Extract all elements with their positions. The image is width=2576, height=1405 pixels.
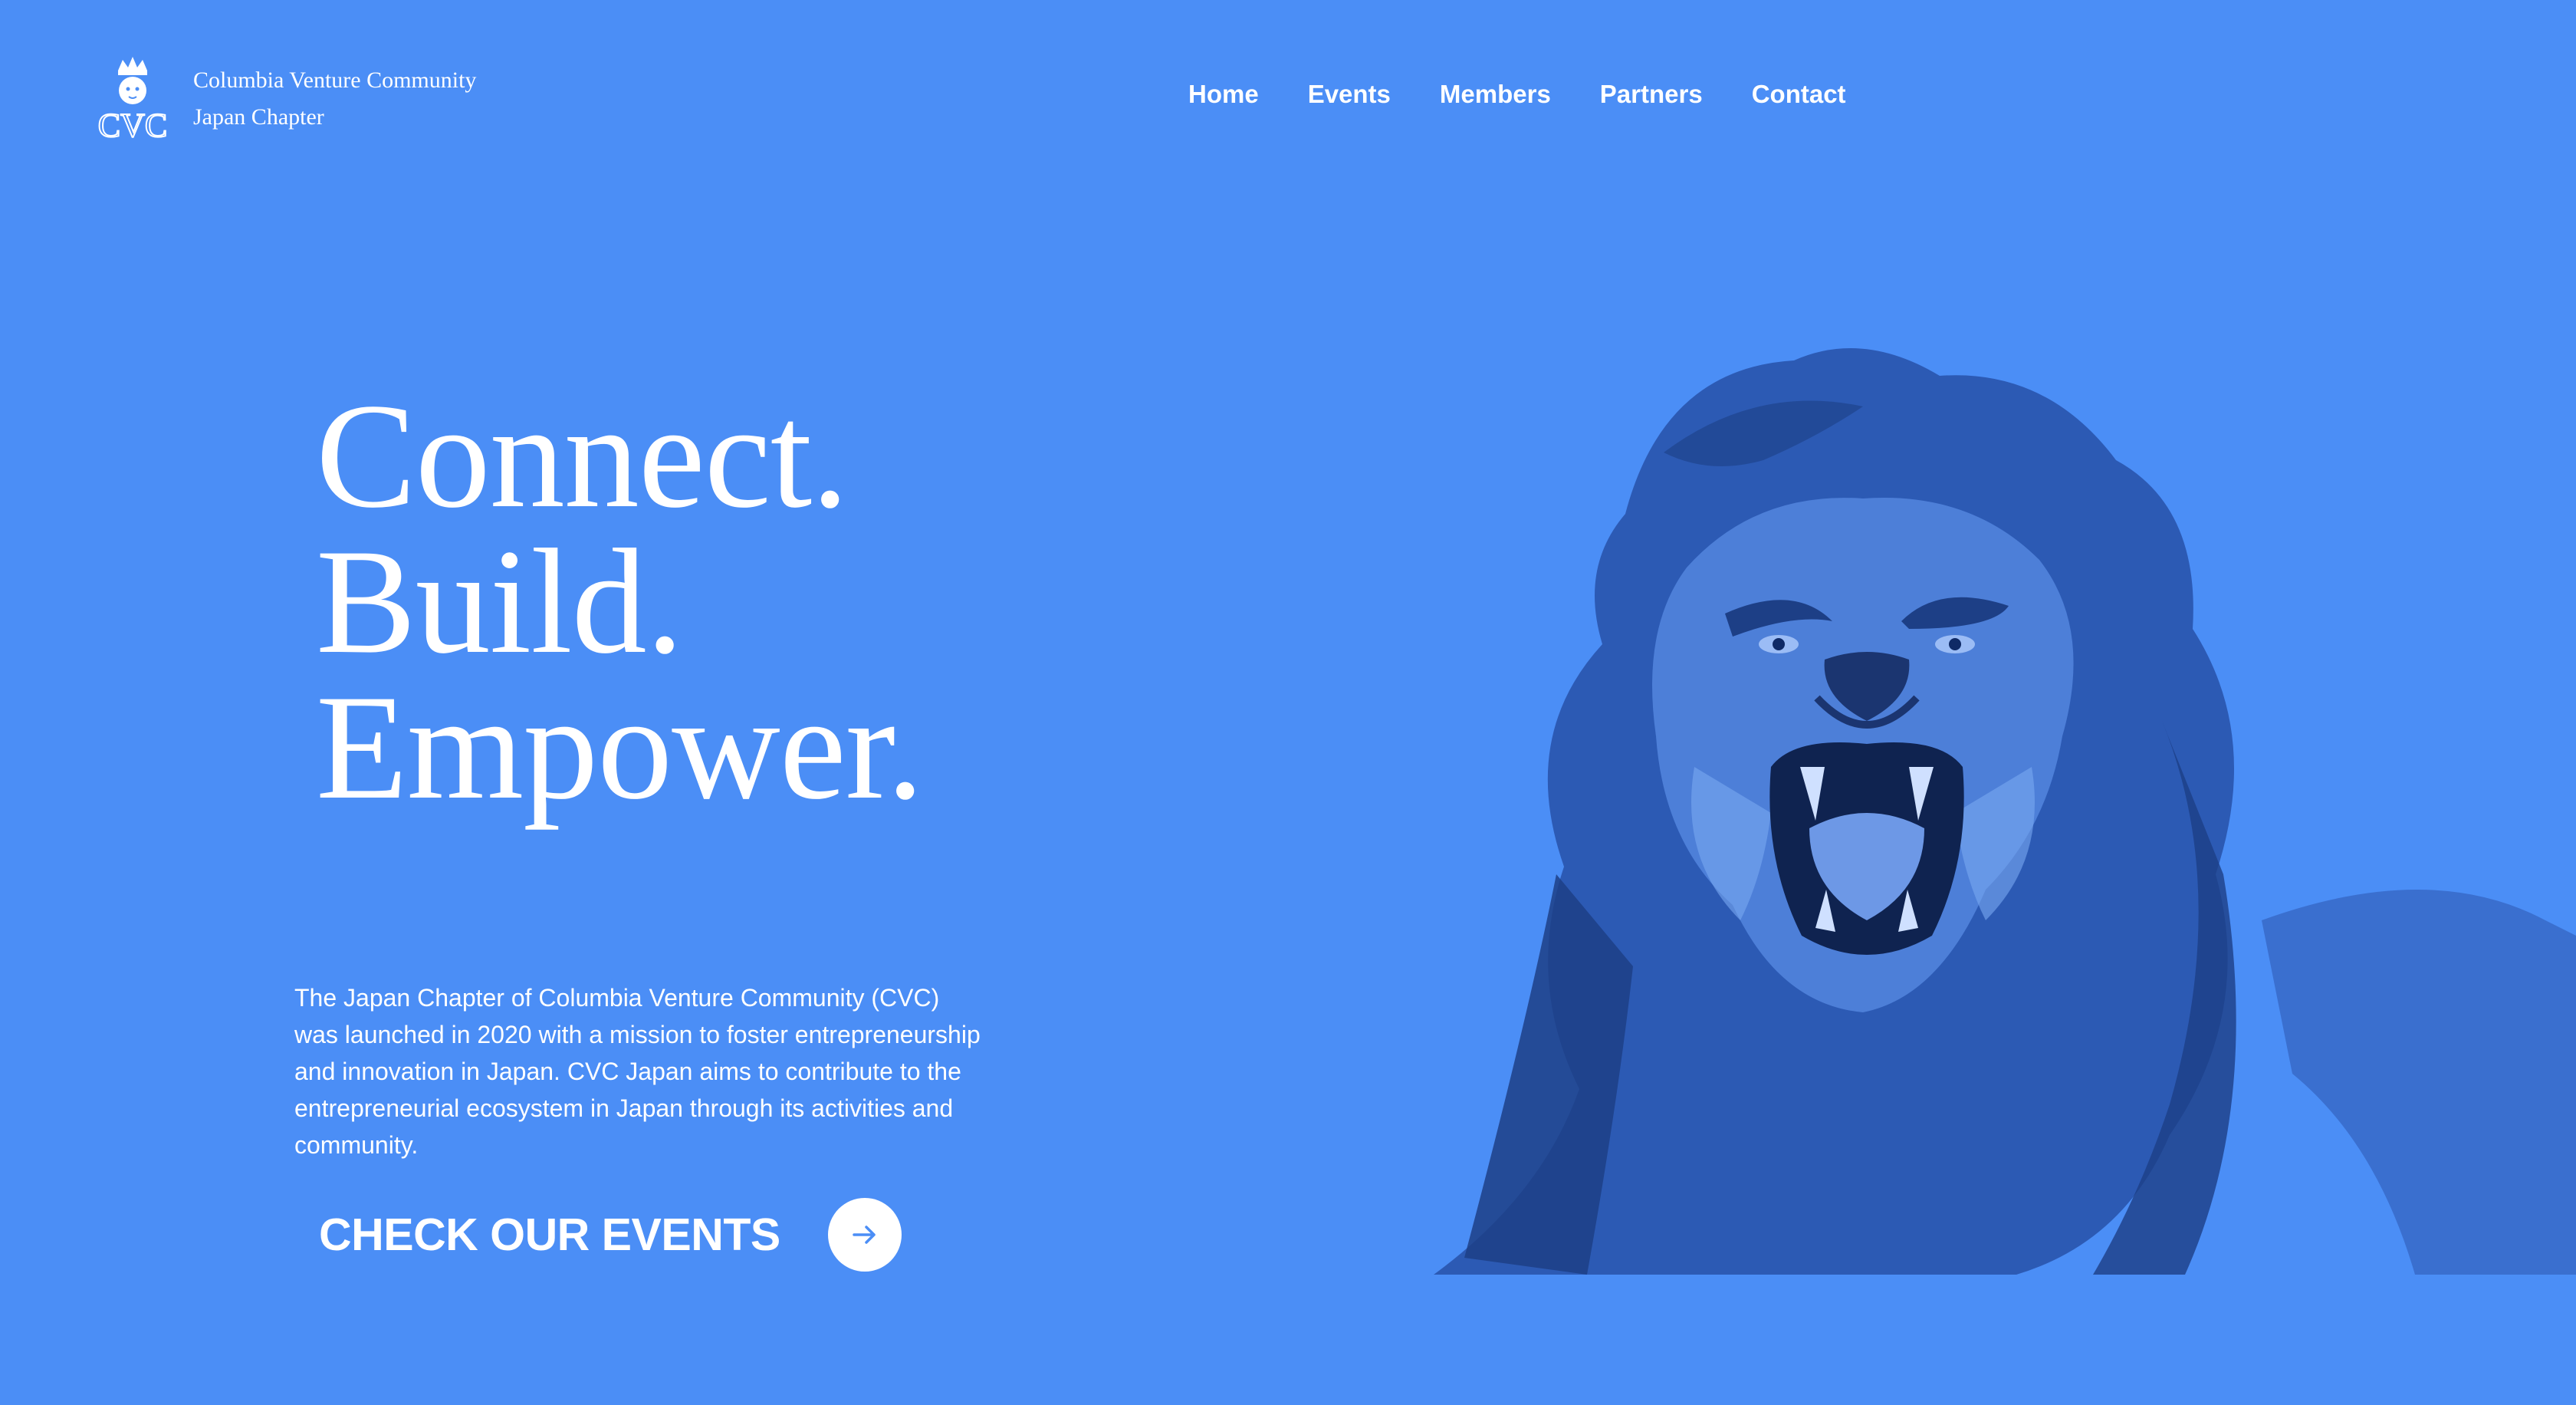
nav-members[interactable]: Members <box>1440 80 1551 109</box>
landing-page: CVC Columbia Venture Community Japan Cha… <box>0 0 2576 1405</box>
cta-circle[interactable] <box>827 1198 902 1272</box>
headline-line-empower: Empower. <box>316 664 924 831</box>
lion-image <box>1434 348 2576 1275</box>
brand-line-2: Japan Chapter <box>193 104 324 130</box>
svg-text:CVC: CVC <box>98 107 167 144</box>
cta-label: CHECK OUR EVENTS <box>319 1209 780 1260</box>
brand-name: Columbia Venture Community Japan Chapter <box>193 62 476 136</box>
brand-line-1: Columbia Venture Community <box>193 67 477 93</box>
check-events-button[interactable]: CHECK OUR EVENTS <box>319 1198 902 1272</box>
crest-icon: CVC <box>97 57 168 144</box>
main-nav: Home Events Members Partners Contact <box>1188 80 1846 109</box>
brand-logo[interactable]: CVC Columbia Venture Community Japan Cha… <box>95 54 476 144</box>
nav-contact[interactable]: Contact <box>1752 80 1846 109</box>
hero-intro-text: The Japan Chapter of Columbia Venture Co… <box>294 984 981 1159</box>
nav-partners[interactable]: Partners <box>1600 80 1703 109</box>
arrow-right-icon <box>852 1226 876 1244</box>
hero-headline: Connect. Build. Empower. <box>316 373 924 831</box>
nav-home[interactable]: Home <box>1188 80 1259 109</box>
headline-line-connect: Connect. <box>316 373 849 539</box>
nav-events[interactable]: Events <box>1308 80 1391 109</box>
headline-line-build: Build. <box>316 518 684 685</box>
lion-body <box>2262 890 2576 1275</box>
